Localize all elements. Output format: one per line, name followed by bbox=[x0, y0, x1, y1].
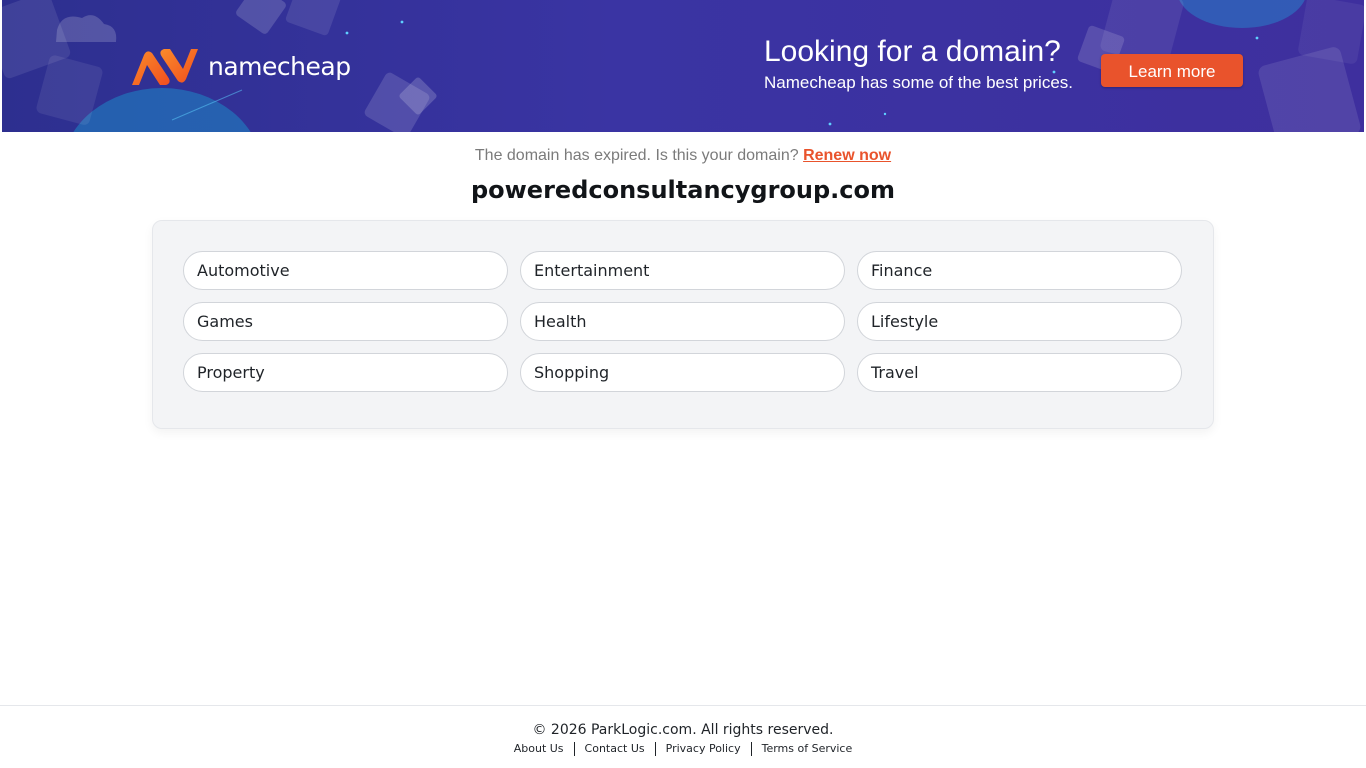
category-lifestyle[interactable]: Lifestyle bbox=[857, 302, 1182, 341]
category-travel[interactable]: Travel bbox=[857, 353, 1182, 392]
category-automotive[interactable]: Automotive bbox=[183, 251, 508, 290]
footer-link-contact-us[interactable]: Contact Us bbox=[575, 741, 655, 757]
renew-now-link[interactable]: Renew now bbox=[803, 147, 891, 164]
category-games[interactable]: Games bbox=[183, 302, 508, 341]
copyright-text: © 2026 ParkLogic.com. All rights reserve… bbox=[532, 722, 834, 738]
category-property[interactable]: Property bbox=[183, 353, 508, 392]
category-finance[interactable]: Finance bbox=[857, 251, 1182, 290]
footer-link-terms-of-service[interactable]: Terms of Service bbox=[752, 741, 863, 757]
category-entertainment[interactable]: Entertainment bbox=[520, 251, 845, 290]
footer-link-about-us[interactable]: About Us bbox=[504, 741, 574, 757]
learn-more-button[interactable]: Learn more bbox=[1101, 54, 1243, 87]
footer: © 2026 ParkLogic.com. All rights reserve… bbox=[0, 705, 1366, 768]
categories-panel: Automotive Entertainment Finance Games H… bbox=[152, 220, 1214, 429]
expired-notice: The domain has expired. Is this your dom… bbox=[0, 146, 1366, 166]
footer-link-privacy-policy[interactable]: Privacy Policy bbox=[656, 741, 751, 757]
domain-name: poweredconsultancygroup.com bbox=[470, 176, 896, 204]
footer-links: About Us Contact Us Privacy Policy Terms… bbox=[0, 741, 1366, 757]
category-health[interactable]: Health bbox=[520, 302, 845, 341]
page: namecheap Looking for a domain? Namechea… bbox=[0, 0, 1366, 768]
logo-wordmark: namecheap bbox=[208, 52, 351, 81]
namecheap-logo-icon bbox=[132, 49, 198, 85]
promo-title: Looking for a domain? bbox=[764, 35, 1061, 68]
categories-grid: Automotive Entertainment Finance Games H… bbox=[183, 251, 1182, 392]
promo-banner[interactable]: namecheap Looking for a domain? Namechea… bbox=[2, 0, 1364, 132]
expired-notice-text: The domain has expired. Is this your dom… bbox=[474, 147, 799, 164]
promo-subtitle: Namecheap has some of the best prices. bbox=[764, 73, 1073, 92]
namecheap-logo[interactable]: namecheap bbox=[130, 44, 351, 90]
category-shopping[interactable]: Shopping bbox=[520, 353, 845, 392]
promo-text: Looking for a domain? Namecheap has some… bbox=[764, 34, 1073, 94]
